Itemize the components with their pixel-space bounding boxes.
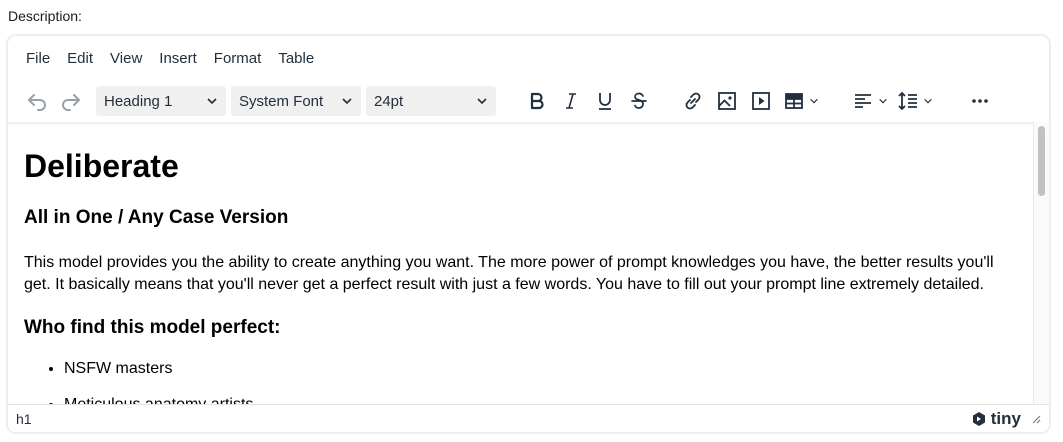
more-button[interactable] <box>963 84 997 118</box>
media-play-icon <box>752 92 770 110</box>
bold-icon <box>530 92 544 110</box>
content-bullet-list: NSFW masters Meticulous anatomy artists <box>24 358 1020 406</box>
element-path[interactable]: h1 <box>16 411 32 427</box>
redo-icon <box>62 94 80 111</box>
strikethrough-button[interactable] <box>622 84 656 118</box>
content-heading-3: All in One / Any Case Version <box>24 207 289 228</box>
font-family-select[interactable]: System Font <box>231 86 361 116</box>
align-left-icon <box>855 94 871 108</box>
menu-file[interactable]: File <box>18 46 58 71</box>
block-format-select[interactable]: Heading 1 <box>96 86 226 116</box>
tiny-brand-link[interactable]: tiny <box>971 409 1021 429</box>
tiny-logo-icon <box>972 411 985 426</box>
menu-edit[interactable]: Edit <box>59 46 101 71</box>
undo-icon <box>28 94 46 111</box>
resize-handle[interactable] <box>1031 414 1041 424</box>
strikethrough-icon <box>631 92 647 109</box>
insert-link-button[interactable] <box>676 84 710 118</box>
underline-button[interactable] <box>588 84 622 118</box>
insert-image-button[interactable] <box>710 84 744 118</box>
line-height-button[interactable] <box>892 84 937 118</box>
menu-insert[interactable]: Insert <box>151 46 205 71</box>
statusbar: h1 tiny <box>8 404 1049 432</box>
list-item: NSFW masters <box>64 358 1020 380</box>
bold-button[interactable] <box>520 84 554 118</box>
rich-text-editor: File Edit View Insert Format Table Headi… <box>6 34 1051 434</box>
italic-button[interactable] <box>554 84 588 118</box>
content-heading-3: Who find this model perfect: <box>24 317 281 338</box>
editor-content[interactable]: Deliberate All in One / Any Case Version… <box>8 122 1036 406</box>
description-label: Description: <box>8 8 82 24</box>
menubar: File Edit View Insert Format Table <box>8 36 1049 80</box>
line-height-icon <box>898 91 917 111</box>
font-size-value: 24pt <box>374 92 404 110</box>
italic-icon <box>566 93 576 109</box>
chevron-down-icon <box>477 98 487 105</box>
font-size-select[interactable]: 24pt <box>366 86 496 116</box>
content-scrollbar[interactable] <box>1033 122 1049 406</box>
chevron-down-icon <box>879 98 887 104</box>
insert-media-button[interactable] <box>744 84 778 118</box>
font-family-value: System Font <box>239 92 324 110</box>
resize-grip-icon <box>1032 415 1041 423</box>
menu-table[interactable]: Table <box>270 46 322 71</box>
chevron-down-icon <box>810 98 818 104</box>
chevron-down-icon <box>924 98 932 104</box>
scrollbar-thumb[interactable] <box>1038 126 1045 196</box>
chevron-down-icon <box>207 98 217 105</box>
brand-name: tiny <box>990 408 1021 428</box>
undo-button[interactable] <box>20 84 54 118</box>
align-button[interactable] <box>847 84 892 118</box>
toolbar: Heading 1 System Font 24pt <box>8 80 1049 122</box>
redo-button[interactable] <box>54 84 88 118</box>
chevron-down-icon <box>342 98 352 105</box>
more-horizontal-icon <box>972 99 988 103</box>
menu-format[interactable]: Format <box>206 46 270 71</box>
table-icon <box>785 93 803 109</box>
underline-icon <box>599 93 611 110</box>
block-format-value: Heading 1 <box>104 92 173 110</box>
content-paragraph: This model provides you the ability to c… <box>24 254 994 293</box>
table-button[interactable] <box>778 84 823 118</box>
menu-view[interactable]: View <box>102 46 150 71</box>
image-icon <box>718 92 736 110</box>
link-icon <box>685 92 701 110</box>
content-heading-1: Deliberate <box>24 148 179 184</box>
